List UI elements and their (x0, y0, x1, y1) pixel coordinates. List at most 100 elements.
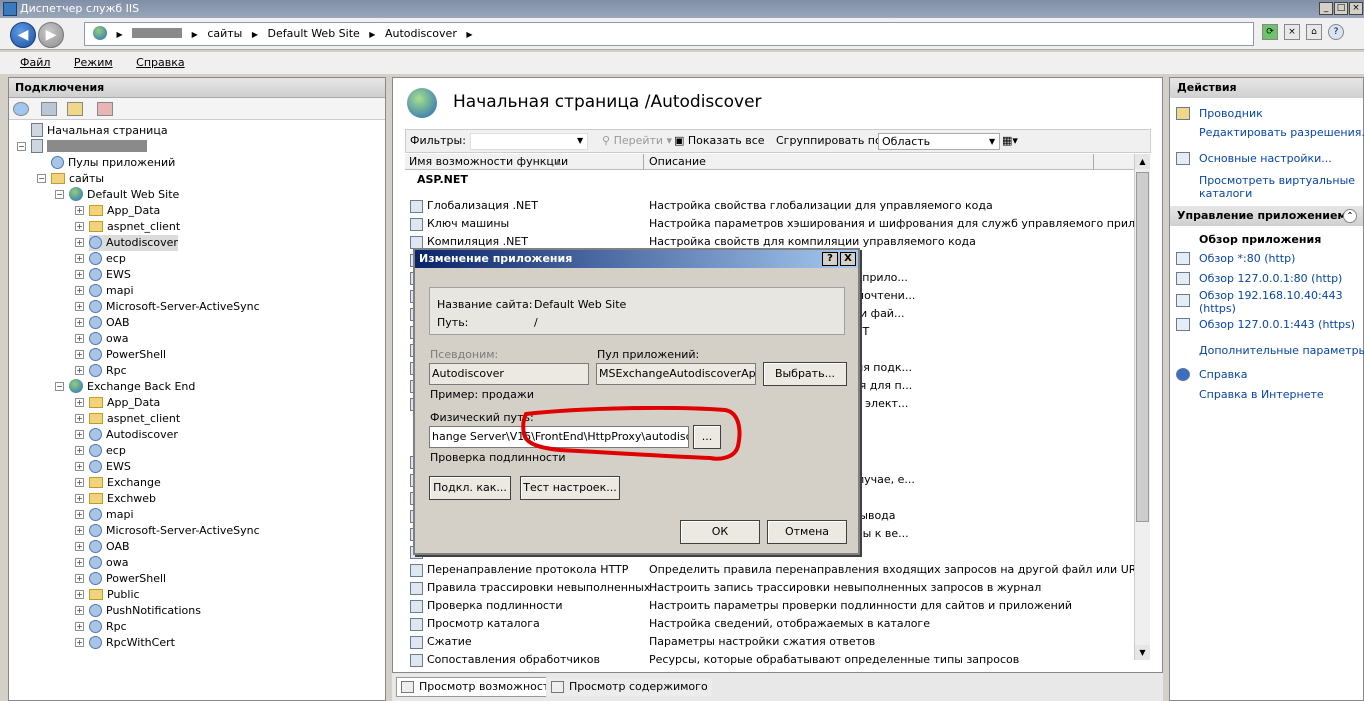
tree-item[interactable]: mapi (89, 507, 134, 523)
help-link[interactable]: Справка (1199, 368, 1247, 382)
crumb-autodiscover[interactable]: Autodiscover (385, 27, 457, 40)
tree-expander-icon[interactable]: + (75, 286, 84, 295)
home-icon[interactable]: ⌂ (1306, 24, 1322, 40)
tree-item[interactable]: PushNotifications (89, 603, 201, 619)
tree-expander-icon[interactable]: + (75, 270, 84, 279)
tree-item[interactable]: Public (89, 587, 140, 603)
connect-icon[interactable] (13, 102, 29, 116)
feature-row[interactable]: Правила трассировки невыполненных ... Нас… (405, 579, 1138, 597)
feature-row[interactable]: Глобализация .NET Настройка свойства глоб… (405, 197, 1138, 215)
tree-item[interactable]: ecp (89, 251, 126, 267)
up-folder-icon[interactable] (67, 102, 83, 116)
feature-row[interactable]: Просмотр каталога Настройка сведений, ото… (405, 615, 1138, 633)
tree-expander-icon[interactable]: + (75, 510, 84, 519)
group-dropdown-icon[interactable]: ▼ (989, 131, 995, 153)
feature-row[interactable]: Сжатие Параметры настройки сжатия ответов (405, 633, 1138, 651)
tree-expander-icon[interactable]: + (75, 254, 84, 263)
tree-item[interactable]: aspnet_client (89, 219, 180, 235)
tree-server[interactable] (31, 139, 147, 155)
tree-item[interactable]: Microsoft-Server-ActiveSync (89, 299, 260, 315)
crumb-default-web-site[interactable]: Default Web Site (268, 27, 360, 40)
help-icon[interactable]: ? (1328, 24, 1344, 40)
col-name-header[interactable]: Имя возможности функции (409, 154, 568, 169)
breadcrumb[interactable]: ▶ ▶ сайты ▶ Default Web Site ▶ Autodisco… (84, 22, 1254, 46)
scroll-down-icon[interactable]: ▼ (1135, 645, 1150, 660)
tree-expander-icon[interactable]: + (75, 334, 84, 343)
advanced-settings-link[interactable]: Дополнительные параметры... (1199, 344, 1364, 358)
scroll-thumb[interactable] (1136, 172, 1149, 522)
save-icon[interactable] (41, 102, 57, 116)
tree-item[interactable]: Autodiscover (89, 427, 178, 443)
tree-expander-icon[interactable]: + (75, 590, 84, 599)
tab-features-view[interactable]: Просмотр возможностей (396, 677, 569, 697)
features-scrollbar[interactable]: ▲ ▼ (1134, 154, 1150, 660)
tree-item[interactable]: OAB (89, 315, 130, 331)
feature-row[interactable]: Сопоставления обработчиков Ресурсы, котор… (405, 651, 1138, 669)
tree-item[interactable]: Exchweb (89, 491, 156, 507)
tree-expander-icon[interactable]: + (75, 350, 84, 359)
crumb-sites[interactable]: сайты (207, 27, 242, 40)
online-help-link[interactable]: Справка в Интернете (1199, 388, 1324, 402)
maximize-button[interactable]: □ (1334, 2, 1348, 15)
tree-expander-icon[interactable]: + (75, 430, 84, 439)
feature-row[interactable]: Проверка подлинности Настроить параметры … (405, 597, 1138, 615)
tree-app-pools[interactable]: Пулы приложений (51, 155, 175, 171)
tree-sites[interactable]: сайты (51, 171, 104, 187)
minimize-button[interactable]: _ (1319, 2, 1333, 15)
tree-item[interactable]: App_Data (89, 203, 160, 219)
tree-expander-icon[interactable]: + (75, 606, 84, 615)
menu-help[interactable]: Справка (136, 56, 184, 69)
tree-expander-icon[interactable]: + (75, 222, 84, 231)
back-button[interactable]: ◀ (10, 22, 36, 48)
tree-expander-icon[interactable]: + (75, 366, 84, 375)
connect-as-button[interactable]: Подкл. как... (429, 476, 511, 500)
tree-item[interactable]: owa (89, 555, 128, 571)
tree-expander-icon[interactable]: + (75, 446, 84, 455)
tree-default-web-site[interactable]: Default Web Site (69, 187, 179, 203)
tree-item[interactable]: mapi (89, 283, 134, 299)
go-button[interactable]: ⚲ Перейти ▾ (602, 130, 672, 152)
tree-expander-icon[interactable]: − (55, 190, 64, 199)
tree-item[interactable]: OAB (89, 539, 130, 555)
tree-expander-icon[interactable]: + (75, 478, 84, 487)
dialog-close-button[interactable]: X (840, 252, 856, 266)
tree-item[interactable]: PowerShell (89, 347, 166, 363)
tree-expander-icon[interactable]: + (75, 638, 84, 647)
tree-item[interactable]: EWS (89, 267, 131, 283)
tree-item[interactable]: RpcWithCert (89, 635, 175, 651)
menu-view[interactable]: Режим (74, 56, 113, 69)
tree-expander-icon[interactable]: − (17, 142, 26, 151)
tree-expander-icon[interactable]: + (75, 542, 84, 551)
tree-item[interactable]: EWS (89, 459, 131, 475)
tree-expander-icon[interactable]: + (75, 302, 84, 311)
feature-row[interactable]: Ключ машины Настройка параметров хэширова… (405, 215, 1138, 233)
browse-path-button[interactable]: ... (693, 425, 721, 449)
physical-path-field[interactable]: hange Server\V15\FrontEnd\HttpProxy\auto… (429, 426, 689, 448)
dialog-help-button[interactable]: ? (822, 252, 838, 266)
tree-expander-icon[interactable]: + (75, 414, 84, 423)
feature-row[interactable]: Перенаправление протокола HTTP Определить… (405, 561, 1138, 579)
tree-item[interactable]: PowerShell (89, 571, 166, 587)
tree-expander-icon[interactable]: + (75, 494, 84, 503)
explore-link[interactable]: Проводник (1199, 107, 1263, 121)
close-button[interactable]: × (1349, 2, 1363, 15)
tree-item[interactable]: aspnet_client (89, 411, 180, 427)
tree-expander-icon[interactable]: + (75, 526, 84, 535)
view-mode-icon[interactable]: ▦▾ (1002, 130, 1018, 152)
tree-item[interactable]: Rpc (89, 363, 127, 379)
browse-link-local-https[interactable]: Обзор 127.0.0.1:443 (https) (1199, 318, 1355, 332)
view-virtual-dirs-link[interactable]: Просмотреть виртуальные каталоги (1199, 174, 1359, 200)
tree-expander-icon[interactable]: + (75, 558, 84, 567)
tree-item[interactable]: ecp (89, 443, 126, 459)
menu-file[interactable]: Файл (20, 56, 50, 69)
filter-input[interactable] (470, 133, 588, 150)
tree-item[interactable]: Exchange (89, 475, 161, 491)
browse-link-https-ip[interactable]: Обзор 192.168.10.40:443 (https) (1199, 289, 1359, 315)
tree-expander-icon[interactable]: + (75, 622, 84, 631)
col-desc-header[interactable]: Описание (649, 154, 706, 169)
tree-item[interactable]: Microsoft-Server-ActiveSync (89, 523, 260, 539)
browse-link-http[interactable]: Обзор *:80 (http) (1199, 252, 1295, 266)
tree-start-page[interactable]: Начальная страница (31, 123, 168, 139)
alias-field[interactable]: Autodiscover (429, 363, 589, 385)
tree-expander-icon[interactable]: + (75, 206, 84, 215)
